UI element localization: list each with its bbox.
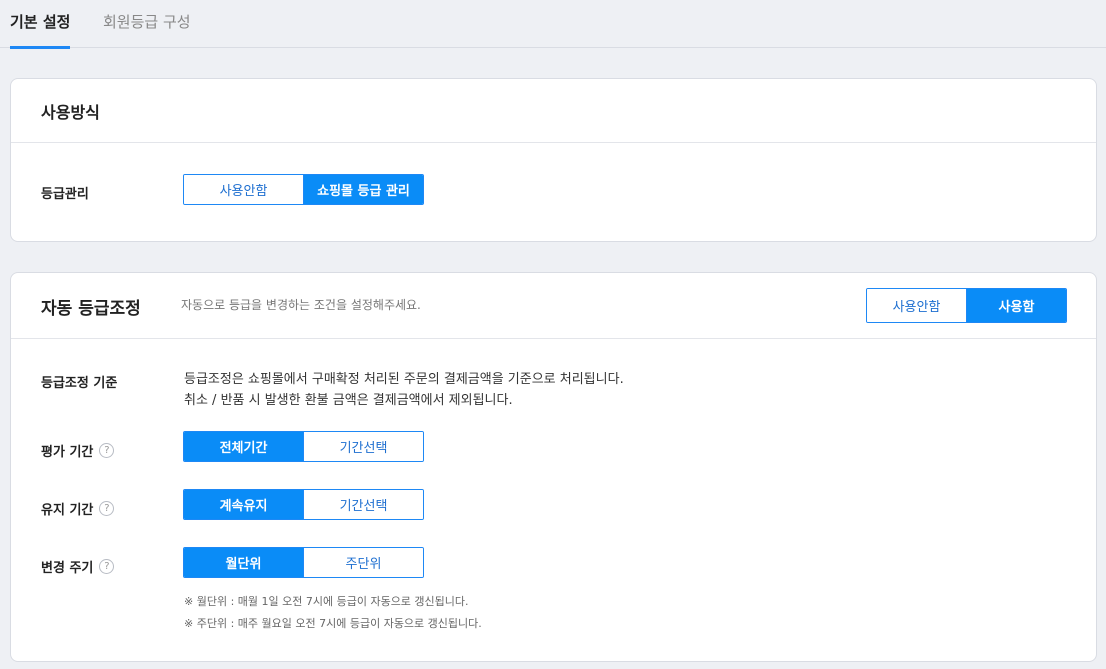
period-select-button[interactable]: 기간선택 (303, 432, 423, 461)
cycle-note-weekly: ※ 주단위 : 매주 월요일 오전 7시에 등급이 자동으로 갱신됩니다. (184, 617, 482, 630)
cycle-monthly-button[interactable]: 월단위 (184, 548, 303, 577)
grade-manage-off-button[interactable]: 사용안함 (184, 175, 303, 204)
period-help-icon[interactable]: ? (99, 443, 115, 458)
tab-grade-config[interactable]: 회원등급 구성 (103, 0, 191, 48)
cycle-help-icon[interactable]: ? (99, 559, 115, 574)
usage-card-title: 사용방식 (41, 103, 100, 122)
criteria-line-1: 등급조정은 쇼핑몰에서 구매확정 처리된 주문의 결제금액을 기준으로 처리됩니… (184, 372, 624, 387)
cycle-toggle: 월단위 주단위 (183, 547, 424, 578)
grade-manage-label: 등급관리 (41, 183, 89, 202)
auto-grade-off-button[interactable]: 사용안함 (867, 289, 966, 322)
cycle-label-text: 변경 주기 (41, 561, 94, 576)
auto-grade-card-title: 자동 등급조정 (41, 299, 141, 319)
keep-select-button[interactable]: 기간선택 (303, 490, 423, 519)
usage-card: 사용방식 등급관리 사용안함 쇼핑몰 등급 관리 (10, 78, 1097, 242)
auto-grade-on-button[interactable]: 사용함 (966, 289, 1066, 322)
tab-bar: 기본 설정 회원등급 구성 (0, 0, 1106, 49)
period-label: 평가 기간 ? (41, 441, 115, 460)
keep-help-icon[interactable]: ? (99, 501, 115, 516)
grade-manage-label-text: 등급관리 (41, 187, 89, 202)
keep-forever-button[interactable]: 계속유지 (184, 490, 303, 519)
usage-card-header: 사용방식 (11, 79, 1096, 143)
auto-grade-card-header: 자동 등급조정 자동으로 등급을 변경하는 조건을 설정해주세요. 사용안함 사… (11, 273, 1096, 339)
criteria-line-2: 취소 / 반품 시 발생한 환불 금액은 결제금액에서 제외됩니다. (184, 393, 513, 408)
criteria-label-text: 등급조정 기준 (41, 376, 118, 391)
cycle-weekly-button[interactable]: 주단위 (303, 548, 423, 577)
grade-manage-mall-button[interactable]: 쇼핑몰 등급 관리 (303, 175, 423, 204)
cycle-label: 변경 주기 ? (41, 557, 115, 576)
auto-grade-card: 자동 등급조정 자동으로 등급을 변경하는 조건을 설정해주세요. 사용안함 사… (10, 272, 1097, 662)
cycle-note-monthly: ※ 월단위 : 매월 1일 오전 7시에 등급이 자동으로 갱신됩니다. (184, 595, 469, 608)
auto-grade-toggle: 사용안함 사용함 (866, 288, 1067, 323)
tab-basic-settings[interactable]: 기본 설정 (10, 0, 71, 49)
keep-toggle: 계속유지 기간선택 (183, 489, 424, 520)
keep-label-text: 유지 기간 (41, 503, 94, 518)
auto-grade-card-desc: 자동으로 등급을 변경하는 조건을 설정해주세요. (181, 298, 421, 312)
criteria-label: 등급조정 기준 (41, 372, 117, 391)
period-all-button[interactable]: 전체기간 (184, 432, 303, 461)
period-label-text: 평가 기간 (41, 445, 94, 460)
keep-label: 유지 기간 ? (41, 499, 115, 518)
grade-manage-toggle: 사용안함 쇼핑몰 등급 관리 (183, 174, 424, 205)
period-toggle: 전체기간 기간선택 (183, 431, 424, 462)
